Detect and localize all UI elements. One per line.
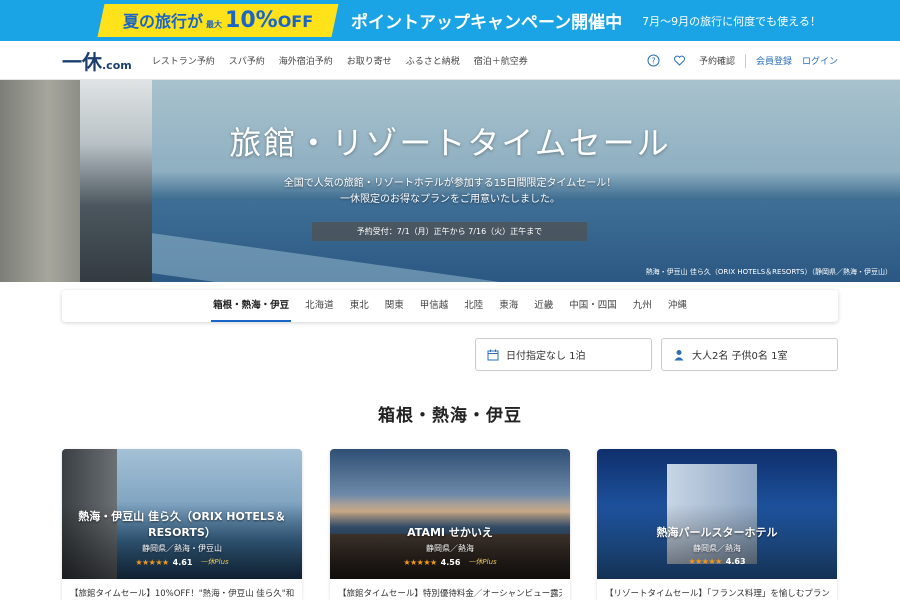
region-heading: 箱根・熱海・伊豆 xyxy=(378,406,522,426)
hotel-location: 静岡県／熱海 xyxy=(426,544,474,553)
rating-score: 4.56 xyxy=(440,557,461,567)
hotel-card[interactable]: ATAMI せかいえ 静岡県／熱海 ★★★★★ 4.56 一休Plus 【旅館タ… xyxy=(330,449,570,600)
rating-score: 4.63 xyxy=(725,557,746,566)
logo-main: 一休 xyxy=(62,49,102,74)
nav-overseas[interactable]: 海外宿泊予約 xyxy=(279,54,333,67)
reservation-check-link[interactable]: 予約確認 xyxy=(699,54,735,67)
hero-credit: 熱海・伊豆山 佳ら久（ORIX HOTELS＆RESORTS）（静岡県／熱海・伊… xyxy=(645,268,892,276)
tab-hokuriku[interactable]: 北陸 xyxy=(464,290,483,322)
tab-hakone[interactable]: 箱根・熱海・伊豆 xyxy=(211,290,292,322)
hero-period: 予約受付：7/1（月）正午から 7/16（火）正午まで xyxy=(312,222,587,241)
promo-highlight: 夏の旅行が 最大 10% OFF xyxy=(97,4,339,37)
hotel-name-line1: 熱海パールスターホテル xyxy=(656,526,778,539)
hero-banner[interactable]: 旅館・リゾートタイムセール 全国で人気の旅館・リゾートホテルが参加する15日間限… xyxy=(0,80,900,282)
person-icon xyxy=(672,348,686,362)
nav-furusato[interactable]: ふるさと納税 xyxy=(406,54,460,67)
hotel-name: 熱海・伊豆山 佳ら久（ORIX HOTELS＆ RESORTS） xyxy=(70,509,294,541)
top-nav: レストラン予約 スパ予約 海外宿泊予約 お取り寄せ ふるさと納税 宿泊＋航空券 xyxy=(152,54,542,67)
tab-kinki[interactable]: 近畿 xyxy=(534,290,553,322)
rating-stars: ★★★★★ xyxy=(135,557,169,567)
nav-gourmet[interactable]: お取り寄せ xyxy=(347,54,392,67)
plan-description: 【旅館タイムセール】特別優待料金／オーシャンビュー露天 xyxy=(338,589,562,599)
hero-subtitle: 全国で人気の旅館・リゾートホテルが参加する15日間限定タイムセール！ 一休限定の… xyxy=(0,176,900,208)
tab-okinawa[interactable]: 沖縄 xyxy=(668,290,687,322)
plan-description: 【リゾートタイムセール】「フランス料理」を愉しむプラン xyxy=(605,589,829,599)
date-selector[interactable]: 日付指定なし 1泊 xyxy=(475,338,652,371)
nav-dp[interactable]: 宿泊＋航空券 xyxy=(474,54,528,67)
hero-subtitle-line1: 全国で人気の旅館・リゾートホテルが参加する15日間限定タイムセール！ xyxy=(283,178,617,189)
rating-stars: ★★★★★ xyxy=(403,557,437,567)
hotel-location: 静岡県／熱海・伊豆山 xyxy=(142,544,222,553)
tab-tokai[interactable]: 東海 xyxy=(499,290,518,322)
date-value: 日付指定なし 1泊 xyxy=(506,351,586,362)
promo-main-text: ポイントアップキャンペーン開催中 xyxy=(351,13,623,33)
tab-kyushu[interactable]: 九州 xyxy=(633,290,652,322)
hotel-name-line1: 熱海・伊豆山 佳ら久（ORIX HOTELS＆ xyxy=(78,510,286,523)
plus-badge: 一休Plus xyxy=(200,558,229,566)
register-link[interactable]: 会員登録 xyxy=(756,54,792,67)
site-header: 一休 .com レストラン予約 スパ予約 海外宿泊予約 お取り寄せ ふるさと納税… xyxy=(0,41,900,80)
heart-icon[interactable] xyxy=(673,54,687,68)
promo-left-small: 最大 xyxy=(205,20,222,29)
hotel-name-line1: ATAMI せかいえ xyxy=(407,526,493,539)
hotel-location: 静岡県／熱海 xyxy=(693,544,741,553)
logo-suffix: .com xyxy=(102,58,132,72)
rating-stars: ★★★★★ xyxy=(688,557,722,566)
header-actions: ? 予約確認 会員登録 ログイン xyxy=(635,41,838,80)
hotel-card[interactable]: 熱海パールスターホテル 静岡県／熱海 ★★★★★ 4.63 【リゾートタイムセー… xyxy=(597,449,837,600)
hotel-rating: ★★★★★ 4.63 xyxy=(597,557,837,566)
rating-score: 4.61 xyxy=(172,557,193,567)
promo-off: OFF xyxy=(277,12,314,31)
hotel-rating: ★★★★★ 4.61 一休Plus xyxy=(62,557,302,567)
nav-spa[interactable]: スパ予約 xyxy=(229,54,265,67)
hotel-card[interactable]: 熱海・伊豆山 佳ら久（ORIX HOTELS＆ RESORTS） 静岡県／熱海・… xyxy=(62,449,302,600)
hero-title: 旅館・リゾートタイムセール xyxy=(229,124,671,162)
hotel-name: 熱海パールスターホテル xyxy=(605,525,829,541)
tab-koshinetsu[interactable]: 甲信越 xyxy=(420,290,449,322)
header-divider xyxy=(744,53,746,68)
nav-restaurant[interactable]: レストラン予約 xyxy=(152,54,215,67)
promo-left-text: 夏の旅行が xyxy=(122,12,203,31)
hero-subtitle-line2: 一休限定のお得なプランをご用意いたしました。 xyxy=(340,194,560,205)
guest-selector[interactable]: 大人2名 子供0名 1室 xyxy=(661,338,838,371)
site-logo[interactable]: 一休 .com xyxy=(62,46,132,75)
calendar-icon xyxy=(486,348,500,362)
promo-percent: 10% xyxy=(224,8,278,33)
tab-kanto[interactable]: 関東 xyxy=(385,290,404,322)
guest-value: 大人2名 子供0名 1室 xyxy=(692,351,788,362)
hotel-name-line2: RESORTS） xyxy=(148,526,216,539)
promo-banner[interactable]: 夏の旅行が 最大 10% OFF ポイントアップキャンペーン開催中 7月〜9月の… xyxy=(0,0,900,41)
hotel-name: ATAMI せかいえ xyxy=(338,525,562,541)
svg-text:?: ? xyxy=(652,56,656,65)
tab-chugoku-shikoku[interactable]: 中国・四国 xyxy=(569,290,617,322)
promo-right-text: 7月〜9月の旅行に何度でも使える！ xyxy=(642,14,821,28)
region-tabs: 箱根・熱海・伊豆 北海道 東北 関東 甲信越 北陸 東海 近畿 中国・四国 九州… xyxy=(62,290,838,322)
tab-tohoku[interactable]: 東北 xyxy=(350,290,369,322)
login-link[interactable]: ログイン xyxy=(802,54,838,67)
plus-badge: 一休Plus xyxy=(468,558,497,566)
hotel-rating: ★★★★★ 4.56 一休Plus xyxy=(330,557,570,567)
plan-description: 【旅館タイムセール】10%OFF！"熱海・伊豆山 佳ら久"和会 xyxy=(70,589,294,599)
tab-hokkaido[interactable]: 北海道 xyxy=(305,290,334,322)
help-circle-icon[interactable]: ? xyxy=(647,54,661,68)
